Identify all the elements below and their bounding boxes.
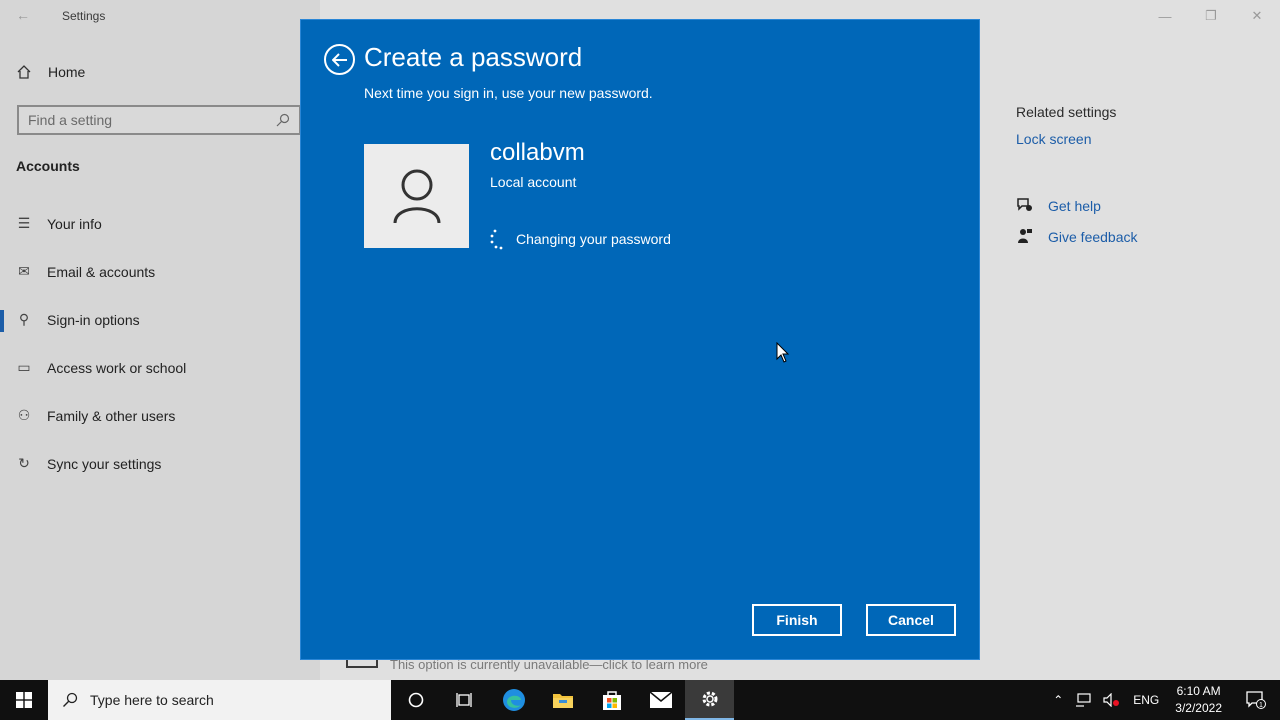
selected-indicator — [0, 310, 4, 332]
mail-icon: ✉ — [18, 263, 30, 279]
task-view-icon — [455, 693, 472, 707]
create-password-dialog: Create a password Next time you sign in,… — [300, 19, 980, 660]
minimize-button[interactable]: — — [1142, 0, 1188, 32]
sidebar-item-label: Family & other users — [47, 407, 176, 424]
briefcase-icon: ▭ — [17, 359, 31, 375]
taskbar-search-placeholder: Type here to search — [90, 692, 214, 708]
search-placeholder: Find a setting — [28, 112, 113, 128]
system-tray: ⌃ ENG 6:10 AM 3/2/2022 1 — [1047, 680, 1280, 720]
search-icon — [276, 113, 290, 127]
network-icon[interactable] — [1069, 693, 1097, 707]
status-text: Changing your password — [516, 231, 671, 247]
show-hidden-icons-icon[interactable]: ⌃ — [1047, 693, 1069, 707]
back-arrow-icon[interactable]: ← — [16, 7, 30, 23]
windows-logo-icon — [16, 692, 32, 708]
sidebar-item-family-users[interactable]: ⚇ Family & other users — [15, 407, 176, 424]
sidebar-item-label: Access work or school — [47, 359, 187, 376]
lock-screen-link[interactable]: Lock screen — [1016, 131, 1091, 147]
section-label: Accounts — [16, 158, 80, 174]
settings-search-input[interactable]: Find a setting — [17, 105, 301, 135]
sidebar-item-email-accounts[interactable]: ✉ Email & accounts — [15, 263, 155, 280]
key-icon: ⚲ — [18, 311, 30, 327]
account-username: collabvm — [490, 139, 585, 166]
taskbar: Type here to search ⌃ ENG 6:10 AM 3/2/20… — [0, 680, 1280, 720]
start-button[interactable] — [0, 680, 48, 720]
mouse-cursor-icon — [776, 342, 790, 363]
sidebar-item-sign-in-options[interactable]: ⚲ Sign-in options — [15, 311, 140, 328]
clock[interactable]: 6:10 AM 3/2/2022 — [1165, 683, 1232, 717]
sidebar-item-sync-settings[interactable]: ↻ Sync your settings — [15, 455, 161, 472]
back-arrow-icon — [331, 52, 347, 67]
clock-date: 3/2/2022 — [1175, 701, 1222, 715]
window-title: Settings — [62, 9, 106, 23]
volume-muted-icon[interactable] — [1097, 693, 1127, 707]
related-settings-title: Related settings — [1016, 104, 1117, 120]
search-icon — [63, 692, 78, 707]
file-explorer-button[interactable] — [538, 680, 587, 720]
home-label: Home — [48, 64, 86, 80]
edge-taskbar-button[interactable] — [489, 680, 538, 720]
window-controls: — ❐ ✕ — [1142, 0, 1280, 32]
get-help-icon — [1016, 196, 1033, 217]
settings-taskbar-button[interactable] — [685, 680, 734, 720]
restore-button[interactable]: ❐ — [1188, 0, 1234, 32]
person-card-icon: ☰ — [17, 215, 31, 231]
language-indicator[interactable]: ENG — [1127, 693, 1165, 707]
notification-count: 1 — [1259, 702, 1263, 709]
sidebar-item-label: Sign-in options — [47, 311, 140, 328]
notification-center-button[interactable]: 1 — [1232, 691, 1280, 709]
folder-icon — [552, 694, 573, 708]
sidebar: ← Settings Home Find a setting Accounts … — [0, 0, 320, 680]
sidebar-item-label: Your info — [47, 215, 102, 232]
sidebar-item-your-info[interactable]: ☰ Your info — [15, 215, 102, 232]
avatar — [364, 144, 469, 248]
give-feedback-link[interactable]: Give feedback — [1048, 229, 1138, 245]
dialog-back-button[interactable] — [324, 44, 355, 75]
gear-icon — [702, 691, 717, 707]
loading-spinner-icon — [490, 229, 503, 250]
store-bag-icon — [602, 691, 621, 710]
cortana-button[interactable] — [391, 680, 440, 720]
home-icon — [17, 65, 31, 79]
sidebar-item-label: Sync your settings — [47, 455, 162, 472]
store-button[interactable] — [587, 680, 636, 720]
dialog-title: Create a password — [364, 42, 583, 72]
sync-icon: ↻ — [18, 455, 30, 471]
sidebar-item-home[interactable]: Home — [16, 64, 85, 80]
cancel-button[interactable]: Cancel — [866, 604, 956, 636]
taskbar-search-box[interactable]: Type here to search — [48, 680, 391, 720]
give-feedback-icon — [1016, 227, 1033, 248]
get-help-link[interactable]: Get help — [1048, 198, 1101, 214]
close-button[interactable]: ✕ — [1234, 0, 1280, 32]
task-view-button[interactable] — [440, 680, 489, 720]
cortana-icon — [408, 692, 423, 708]
user-icon — [393, 169, 440, 224]
account-type: Local account — [490, 174, 577, 190]
edge-icon — [502, 689, 525, 711]
finish-button[interactable]: Finish — [752, 604, 842, 636]
notification-icon: 1 — [1246, 691, 1266, 709]
clock-time: 6:10 AM — [1176, 684, 1221, 698]
dialog-subtitle: Next time you sign in, use your new pass… — [364, 85, 653, 101]
sidebar-item-access-work-school[interactable]: ▭ Access work or school — [15, 359, 186, 376]
sidebar-item-label: Email & accounts — [47, 263, 156, 280]
person-add-icon: ⚇ — [17, 407, 31, 423]
mail-taskbar-button[interactable] — [636, 680, 685, 720]
mail-icon — [649, 691, 672, 708]
